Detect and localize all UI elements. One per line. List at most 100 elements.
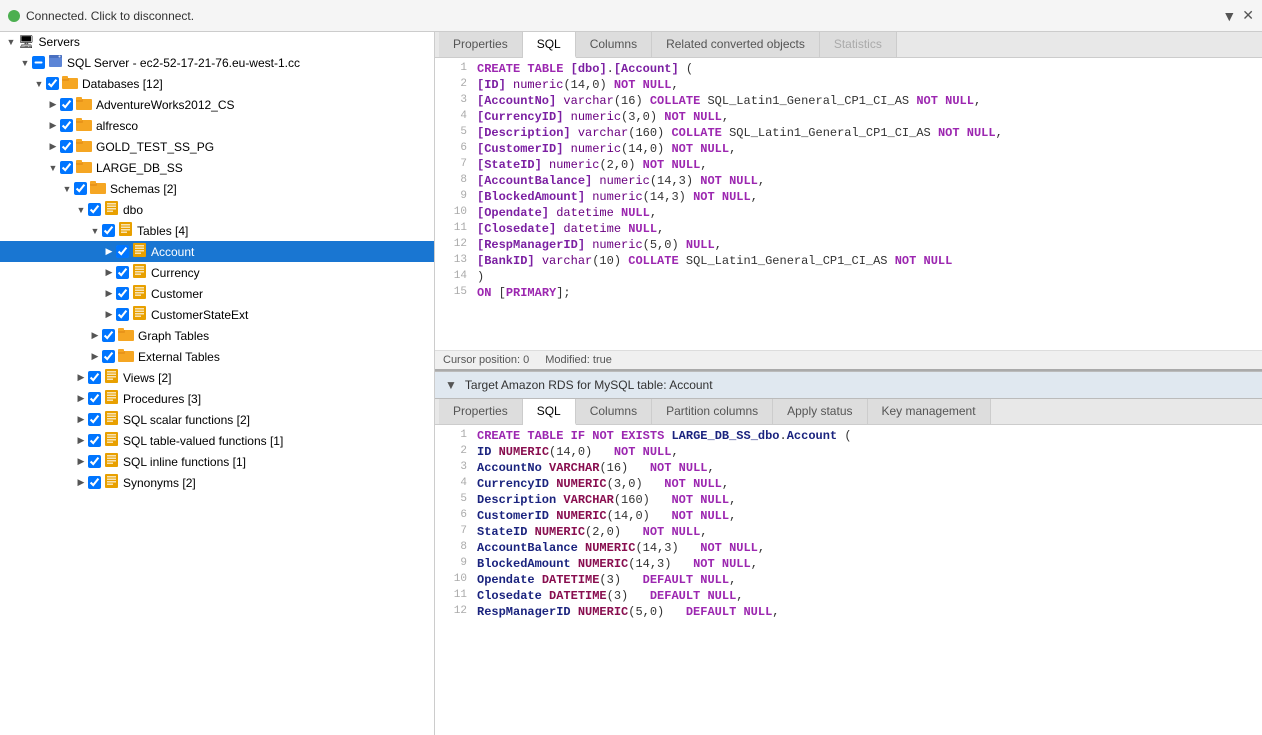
top-sql-editor[interactable]: 1CREATE TABLE [dbo].[Account] (2[ID] num…	[435, 58, 1262, 350]
tree-item-external-tables[interactable]: ▶ External Tables	[0, 346, 434, 367]
tree-check-customer[interactable]	[116, 287, 129, 300]
collapse-arrow-icon[interactable]: ▼	[445, 378, 457, 392]
tree-arrow-views[interactable]: ▶	[74, 372, 88, 383]
tree-check-gold-test[interactable]	[60, 140, 73, 153]
tree-item-sql-server[interactable]: ▼ SQL Server - ec2-52-17-21-76.eu-west-1.…	[0, 52, 434, 73]
right-panel: PropertiesSQLColumnsRelated converted ob…	[435, 32, 1262, 735]
tree-check-large-db[interactable]	[60, 161, 73, 174]
top-tab-properties[interactable]: Properties	[439, 32, 523, 57]
tree-item-dbo[interactable]: ▼dbo	[0, 199, 434, 220]
tree-arrow-customerstateext[interactable]: ▶	[102, 309, 116, 320]
tree-check-views[interactable]	[88, 371, 101, 384]
tree-arrow-sql-scalar[interactable]: ▶	[74, 414, 88, 425]
tree-check-databases[interactable]	[46, 77, 59, 90]
tree-check-sql-server[interactable]	[32, 56, 45, 69]
tree-arrow-external-tables[interactable]: ▶	[88, 351, 102, 362]
tree-label-currency: Currency	[151, 266, 200, 280]
tree-icon-external-tables	[118, 348, 134, 365]
tree-arrow-currency[interactable]: ▶	[102, 267, 116, 278]
tree-item-customerstateext[interactable]: ▶CustomerStateExt	[0, 304, 434, 325]
tree-check-adventureworks[interactable]	[60, 98, 73, 111]
tree-item-procedures[interactable]: ▶Procedures [3]	[0, 388, 434, 409]
tree-arrow-sql-table-valued[interactable]: ▶	[74, 435, 88, 446]
tree-arrow-servers[interactable]: ▼	[4, 37, 18, 47]
tree-check-dbo[interactable]	[88, 203, 101, 216]
tree-check-procedures[interactable]	[88, 392, 101, 405]
tree-label-sql-server: SQL Server - ec2-52-17-21-76.eu-west-1.c…	[67, 56, 300, 70]
tree-arrow-account[interactable]: ▶	[102, 246, 116, 257]
tree-item-customer[interactable]: ▶Customer	[0, 283, 434, 304]
bottom-tab-columns[interactable]: Columns	[576, 399, 652, 424]
tree-item-views[interactable]: ▶Views [2]	[0, 367, 434, 388]
tree-item-currency[interactable]: ▶ Currency	[0, 262, 434, 283]
tree-check-synonyms[interactable]	[88, 476, 101, 489]
tree-arrow-schemas[interactable]: ▼	[60, 184, 74, 194]
tree-item-databases[interactable]: ▼Databases [12]	[0, 73, 434, 94]
tree-item-tables[interactable]: ▼Tables [4]	[0, 220, 434, 241]
tree-check-sql-inline[interactable]	[88, 455, 101, 468]
top-tab-related-converted-objects[interactable]: Related converted objects	[652, 32, 820, 57]
tree-item-alfresco[interactable]: ▶alfresco	[0, 115, 434, 136]
tree-check-customerstateext[interactable]	[116, 308, 129, 321]
tree-arrow-tables[interactable]: ▼	[88, 226, 102, 236]
tree-arrow-alfresco[interactable]: ▶	[46, 120, 60, 131]
tree-scroll[interactable]: ▼🖥Servers▼SQL Server - ec2-52-17-21-76.e…	[0, 32, 434, 735]
tree-check-graph-tables[interactable]	[102, 329, 115, 342]
bottom-tab-apply-status[interactable]: Apply status	[773, 399, 867, 424]
tree-item-sql-inline[interactable]: ▶SQL inline functions [1]	[0, 451, 434, 472]
tree-arrow-synonyms[interactable]: ▶	[74, 477, 88, 488]
line-number: 11	[443, 222, 467, 234]
tree-check-sql-table-valued[interactable]	[88, 434, 101, 447]
tree-arrow-dbo[interactable]: ▼	[74, 205, 88, 215]
tree-arrow-gold-test[interactable]: ▶	[46, 141, 60, 152]
line-number: 1	[443, 429, 467, 441]
tree-label-large-db: LARGE_DB_SS	[96, 161, 183, 175]
top-tab-sql[interactable]: SQL	[523, 32, 576, 58]
tree-arrow-customer[interactable]: ▶	[102, 288, 116, 299]
bottom-tab-properties[interactable]: Properties	[439, 399, 523, 424]
line-code: [Opendate] datetime NULL,	[477, 206, 657, 220]
top-tab-columns[interactable]: Columns	[576, 32, 652, 57]
tree-icon-procedures	[104, 390, 119, 407]
tree-item-gold-test[interactable]: ▶GOLD_TEST_SS_PG	[0, 136, 434, 157]
tree-arrow-sql-inline[interactable]: ▶	[74, 456, 88, 467]
tree-check-alfresco[interactable]	[60, 119, 73, 132]
tree-item-synonyms[interactable]: ▶Synonyms [2]	[0, 472, 434, 493]
tree-item-large-db[interactable]: ▼ LARGE_DB_SS	[0, 157, 434, 178]
tree-arrow-sql-server[interactable]: ▼	[18, 58, 32, 68]
top-tab-statistics: Statistics	[820, 32, 897, 57]
sql-line-bottom-9: 9BlockedAmount NUMERIC(14,3) NOT NULL,	[435, 557, 1262, 573]
left-panel: ▼🖥Servers▼SQL Server - ec2-52-17-21-76.e…	[0, 32, 435, 735]
tree-item-adventureworks[interactable]: ▶AdventureWorks2012_CS	[0, 94, 434, 115]
filter-icon[interactable]: ▼	[1222, 8, 1236, 24]
bottom-sql-editor[interactable]: 1CREATE TABLE IF NOT EXISTS LARGE_DB_SS_…	[435, 425, 1262, 735]
tree-item-sql-table-valued[interactable]: ▶SQL table-valued functions [1]	[0, 430, 434, 451]
tree-check-account[interactable]	[116, 245, 129, 258]
close-icon[interactable]: ✕	[1242, 7, 1254, 24]
line-code: [Description] varchar(160) COLLATE SQL_L…	[477, 126, 1003, 140]
line-code: [RespManagerID] numeric(5,0) NULL,	[477, 238, 722, 252]
tree-item-account[interactable]: ▶Account	[0, 241, 434, 262]
tree-check-tables[interactable]	[102, 224, 115, 237]
tree-item-sql-scalar[interactable]: ▶SQL scalar functions [2]	[0, 409, 434, 430]
tree-arrow-databases[interactable]: ▼	[32, 79, 46, 89]
sql-line-bottom-6: 6CustomerID NUMERIC(14,0) NOT NULL,	[435, 509, 1262, 525]
tree-label-external-tables: External Tables	[138, 350, 220, 364]
tree-arrow-procedures[interactable]: ▶	[74, 393, 88, 404]
tree-check-external-tables[interactable]	[102, 350, 115, 363]
tree-item-servers[interactable]: ▼🖥Servers	[0, 32, 434, 52]
tree-check-sql-scalar[interactable]	[88, 413, 101, 426]
tree-item-schemas[interactable]: ▼ Schemas [2]	[0, 178, 434, 199]
tree-arrow-adventureworks[interactable]: ▶	[46, 99, 60, 110]
connection-status-text[interactable]: Connected. Click to disconnect.	[26, 9, 1222, 23]
tree-label-schemas: Schemas [2]	[110, 182, 177, 196]
bottom-tab-partition-columns[interactable]: Partition columns	[652, 399, 773, 424]
tree-icon-schemas	[90, 180, 106, 197]
tree-item-graph-tables[interactable]: ▶Graph Tables	[0, 325, 434, 346]
bottom-tab-sql[interactable]: SQL	[523, 399, 576, 425]
bottom-tab-key-management[interactable]: Key management	[868, 399, 991, 424]
tree-check-currency[interactable]	[116, 266, 129, 279]
tree-arrow-large-db[interactable]: ▼	[46, 163, 60, 173]
tree-arrow-graph-tables[interactable]: ▶	[88, 330, 102, 341]
tree-check-schemas[interactable]	[74, 182, 87, 195]
